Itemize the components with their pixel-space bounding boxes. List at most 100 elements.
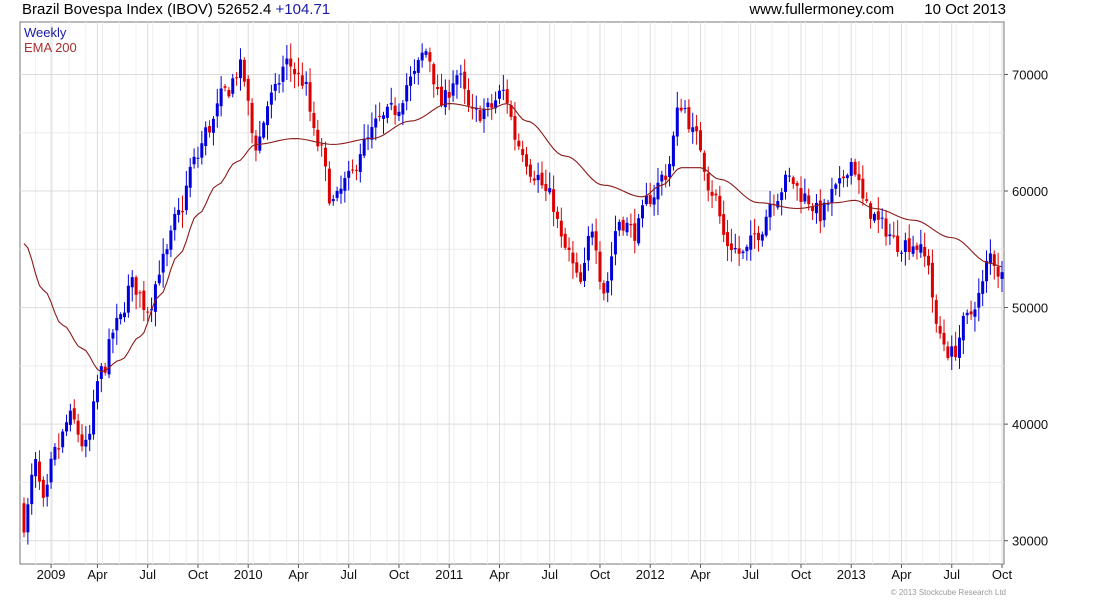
price-bar-body bbox=[428, 52, 432, 62]
price-bar-body bbox=[911, 246, 915, 254]
price-bar-body bbox=[269, 92, 273, 105]
price-bar-body bbox=[803, 193, 807, 202]
price-bar-body bbox=[285, 58, 289, 65]
x-tick-label: Jul bbox=[943, 567, 960, 582]
price-bar-body bbox=[409, 76, 413, 86]
price-bar-body bbox=[950, 346, 954, 357]
price-bar-body bbox=[745, 246, 749, 252]
price-bar-body bbox=[157, 274, 161, 284]
price-bar-body bbox=[559, 220, 563, 237]
price-bar-body bbox=[857, 174, 861, 181]
price-bar-body bbox=[138, 292, 142, 294]
price-bar-body bbox=[335, 190, 339, 198]
price-bar-body bbox=[687, 107, 691, 130]
price-bar-body bbox=[981, 281, 985, 294]
price-bar-body bbox=[718, 195, 722, 217]
price-bar-body bbox=[571, 252, 575, 264]
price-bar-body bbox=[726, 232, 730, 247]
price-bar-body bbox=[130, 277, 134, 288]
price-bar-body bbox=[586, 235, 590, 261]
price-bar-body bbox=[482, 108, 486, 120]
price-bar-body bbox=[919, 244, 923, 253]
price-bar-body bbox=[548, 188, 552, 193]
price-bar-body bbox=[753, 233, 757, 235]
x-tick-label: Oct bbox=[389, 567, 410, 582]
price-bar-body bbox=[339, 188, 343, 194]
y-tick-label: 60000 bbox=[1012, 184, 1048, 199]
price-bar-body bbox=[660, 174, 664, 182]
price-bar-body bbox=[934, 300, 938, 324]
price-bar-body bbox=[296, 72, 300, 74]
price-bar-body bbox=[876, 211, 880, 220]
x-tick-label: Oct bbox=[791, 567, 812, 582]
price-bar-body bbox=[26, 504, 30, 533]
price-bar-body bbox=[583, 262, 587, 281]
x-tick-label: Jul bbox=[340, 567, 357, 582]
price-bar-body bbox=[640, 205, 644, 219]
price-bar-body bbox=[965, 312, 969, 316]
price-bar-body bbox=[540, 172, 544, 186]
price-bar-body bbox=[180, 211, 184, 213]
price-bar-body bbox=[613, 231, 617, 255]
price-bar-body bbox=[691, 127, 695, 132]
price-bar-body bbox=[486, 102, 490, 108]
price-bar-body bbox=[327, 168, 331, 204]
price-bar-body bbox=[818, 200, 822, 222]
price-bar-body bbox=[610, 256, 614, 281]
price-bar-body bbox=[675, 107, 679, 137]
x-tick-label: Oct bbox=[992, 567, 1013, 582]
x-tick-label: Jul bbox=[541, 567, 558, 582]
price-bar-body bbox=[830, 188, 834, 203]
price-bar-body bbox=[53, 446, 57, 460]
price-bar-body bbox=[37, 461, 41, 482]
price-bar-body bbox=[316, 129, 320, 147]
price-bar-body bbox=[119, 314, 123, 320]
price-bar-body bbox=[223, 86, 227, 88]
price-bar-body bbox=[115, 317, 119, 331]
price-bar-body bbox=[973, 309, 977, 317]
price-bar-body bbox=[370, 127, 374, 140]
price-bar-body bbox=[648, 195, 652, 205]
price-bar-body bbox=[99, 366, 103, 379]
price-bar-body bbox=[927, 255, 931, 266]
price-bar-body bbox=[517, 140, 521, 147]
price-bar-body bbox=[436, 87, 440, 90]
price-bar-body bbox=[729, 243, 733, 251]
price-bar-body bbox=[942, 332, 946, 345]
x-tick-label: Jul bbox=[742, 567, 759, 582]
price-bar-body bbox=[903, 240, 907, 252]
price-bar-body bbox=[528, 164, 532, 177]
price-bar-body bbox=[946, 346, 950, 358]
price-bar-body bbox=[84, 439, 88, 447]
price-bar-body bbox=[633, 223, 637, 241]
price-bar-body bbox=[668, 163, 672, 178]
price-bar-body bbox=[312, 113, 316, 129]
price-bar-body bbox=[505, 89, 509, 104]
price-bar-body bbox=[536, 174, 540, 181]
price-bar-body bbox=[65, 422, 69, 432]
price-bar-body bbox=[92, 401, 96, 435]
price-bar-body bbox=[896, 235, 900, 253]
price-bar-body bbox=[374, 118, 378, 128]
price-bar-body bbox=[733, 248, 737, 250]
price-bar-body bbox=[320, 144, 324, 146]
price-bar-body bbox=[467, 90, 471, 106]
price-bar-body bbox=[22, 503, 26, 533]
price-bar-body bbox=[331, 199, 335, 202]
price-bar-body bbox=[776, 201, 780, 208]
price-bar-body bbox=[211, 118, 215, 133]
price-bar-body bbox=[652, 197, 656, 205]
price-bar-body bbox=[111, 332, 115, 339]
price-bar-body bbox=[45, 484, 49, 497]
price-bar-body bbox=[714, 193, 718, 196]
price-bar-body bbox=[602, 283, 606, 294]
x-tick-label: Apr bbox=[288, 567, 309, 582]
price-bar-body bbox=[262, 122, 266, 138]
price-bar-body bbox=[412, 70, 416, 74]
price-bar-body bbox=[756, 232, 760, 241]
price-bar-body bbox=[930, 262, 934, 298]
x-tick-label: Apr bbox=[891, 567, 912, 582]
price-bar-body bbox=[161, 253, 165, 273]
price-bar-body bbox=[80, 434, 84, 447]
price-bar-body bbox=[34, 459, 38, 477]
